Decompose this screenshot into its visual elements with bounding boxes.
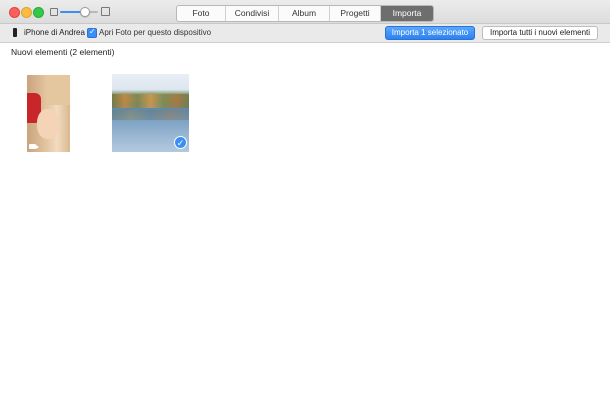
tab-progetti[interactable]: Progetti bbox=[329, 6, 380, 21]
thumbnail-video[interactable] bbox=[27, 75, 70, 152]
minimize-window-button[interactable] bbox=[21, 7, 32, 18]
thumbnail-content bbox=[47, 75, 70, 105]
import-all-button[interactable]: Importa tutti i nuovi elementi bbox=[482, 26, 598, 40]
zoom-slider-knob[interactable] bbox=[79, 7, 90, 17]
tab-importa[interactable]: Importa bbox=[380, 6, 433, 21]
small-thumbnail-icon bbox=[50, 8, 58, 16]
tab-album[interactable]: Album bbox=[278, 6, 329, 21]
tab-condivisi[interactable]: Condivisi bbox=[225, 6, 278, 21]
thumbnail-content bbox=[112, 110, 189, 120]
fullscreen-window-button[interactable] bbox=[33, 7, 44, 18]
main-tabs: Foto Condivisi Album Progetti Importa bbox=[176, 5, 434, 22]
thumbnail-content bbox=[112, 94, 189, 108]
thumbnail-content bbox=[37, 109, 59, 139]
large-thumbnail-icon bbox=[101, 7, 110, 16]
checkmark-icon[interactable]: ✓ bbox=[174, 136, 187, 149]
open-photos-label[interactable]: Apri Foto per questo dispositivo bbox=[99, 28, 211, 37]
section-title: Nuovi elementi (2 elementi) bbox=[11, 47, 115, 57]
tab-foto[interactable]: Foto bbox=[177, 6, 225, 21]
title-bar: Foto Condivisi Album Progetti Importa bbox=[0, 0, 610, 24]
checkmark-icon: ✓ bbox=[89, 27, 96, 36]
close-window-button[interactable] bbox=[9, 7, 20, 18]
video-camera-icon bbox=[29, 144, 39, 149]
device-name: iPhone di Andrea bbox=[24, 28, 85, 37]
import-toolbar: iPhone di Andrea ✓ Apri Foto per questo … bbox=[0, 24, 610, 43]
import-selected-button[interactable]: Importa 1 selezionato bbox=[385, 26, 475, 40]
iphone-icon bbox=[13, 28, 17, 37]
open-photos-checkbox[interactable]: ✓ bbox=[87, 27, 97, 38]
